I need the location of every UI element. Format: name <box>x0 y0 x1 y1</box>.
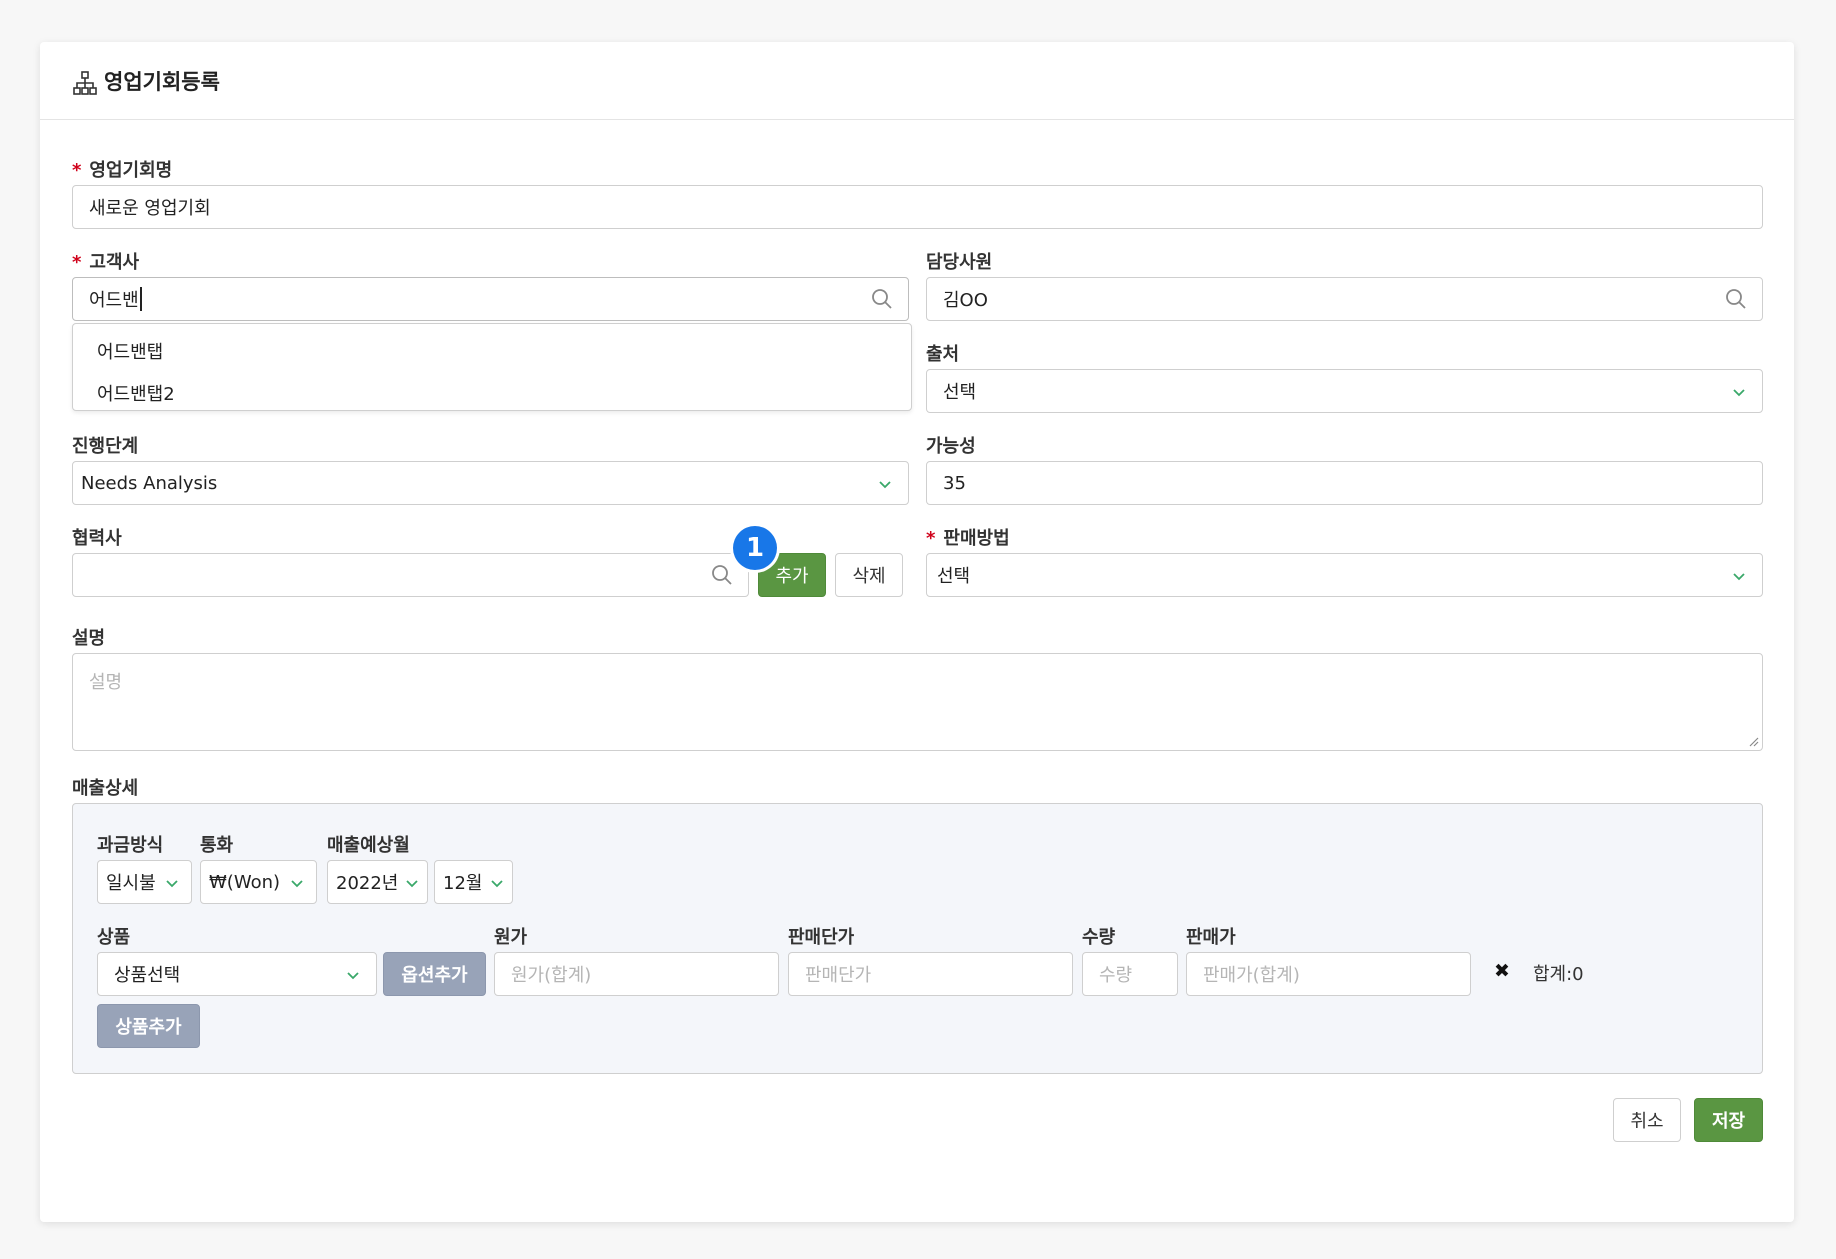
chevron-down-icon <box>879 481 891 489</box>
add-product-button[interactable]: 상품추가 <box>97 1004 200 1048</box>
customer-search-input[interactable]: 어드밴 <box>72 277 909 321</box>
quantity-label: 수량 <box>1082 927 1116 948</box>
text-cursor <box>139 287 142 311</box>
product-label: 상품 <box>97 927 131 948</box>
description-label: 설명 <box>72 628 106 649</box>
source-value: 선택 <box>943 382 977 403</box>
sales-method-value: 선택 <box>937 566 971 587</box>
sale-price-placeholder: 판매가(합계) <box>1203 965 1300 986</box>
source-select[interactable]: 선택 <box>926 369 1763 413</box>
customer-suggestion-list: 어드밴탭 어드밴탭2 <box>72 323 912 411</box>
sales-detail-panel <box>72 803 1763 1074</box>
stage-value: Needs Analysis <box>81 472 218 494</box>
sales-detail-label: 매출상세 <box>72 778 139 799</box>
probability-label: 가능성 <box>926 436 976 457</box>
chevron-down-icon <box>166 880 178 888</box>
chevron-down-icon <box>347 972 359 980</box>
month-value: 12월 <box>443 873 483 894</box>
required-mark: * <box>72 252 82 273</box>
cost-input[interactable]: 원가(합계) <box>494 952 779 996</box>
unit-price-label: 판매단가 <box>788 927 855 948</box>
currency-label: 통화 <box>200 835 234 856</box>
row-total: 합계:0 <box>1533 964 1584 985</box>
year-value: 2022년 <box>336 873 399 894</box>
resize-handle-icon[interactable] <box>1747 735 1759 747</box>
product-value: 상품선택 <box>114 965 181 986</box>
cancel-button[interactable]: 취소 <box>1613 1098 1681 1142</box>
partner-search-input[interactable] <box>72 553 749 597</box>
step-badge: 1 <box>733 526 777 570</box>
unit-price-input[interactable]: 판매단가 <box>788 952 1073 996</box>
quantity-input[interactable]: 수량 <box>1082 952 1178 996</box>
unit-price-placeholder: 판매단가 <box>805 965 872 986</box>
partner-delete-button[interactable]: 삭제 <box>835 553 903 597</box>
opportunity-name-label: * 영업기회명 <box>72 156 172 182</box>
customer-label-text: 고객사 <box>89 252 140 273</box>
search-icon[interactable] <box>870 287 894 311</box>
org-chart-icon <box>73 71 97 95</box>
quantity-placeholder: 수량 <box>1099 965 1133 986</box>
option-add-button[interactable]: 옵션추가 <box>383 952 486 996</box>
stage-select[interactable]: Needs Analysis <box>72 461 909 505</box>
customer-label: * 고객사 <box>72 248 139 274</box>
search-icon[interactable] <box>1724 287 1748 311</box>
sale-price-input[interactable]: 판매가(합계) <box>1186 952 1471 996</box>
cost-label: 원가 <box>494 927 528 948</box>
partner-label: 협력사 <box>72 528 122 549</box>
probability-input[interactable]: 35 <box>926 461 1763 505</box>
product-select[interactable]: 상품선택 <box>97 952 377 996</box>
required-mark: * <box>926 528 936 549</box>
billing-select[interactable]: 일시불 <box>97 860 192 904</box>
year-select[interactable]: 2022년 <box>327 860 428 904</box>
description-textarea[interactable]: 설명 <box>72 653 1763 751</box>
opportunity-name-value: 새로운 영업기회 <box>89 198 211 219</box>
chevron-down-icon <box>406 880 418 888</box>
manager-value: 김OO <box>943 290 988 311</box>
sales-method-label-text: 판매방법 <box>943 528 1010 549</box>
source-label: 출처 <box>926 344 960 365</box>
billing-value: 일시불 <box>106 873 156 894</box>
customer-value: 어드밴 <box>89 290 139 311</box>
cost-placeholder: 원가(합계) <box>511 965 592 986</box>
probability-value: 35 <box>943 472 966 494</box>
opportunity-name-input[interactable]: 새로운 영업기회 <box>72 185 1763 229</box>
month-select[interactable]: 12월 <box>434 860 513 904</box>
currency-select[interactable]: ₩(Won) <box>200 860 317 904</box>
chevron-down-icon <box>291 880 303 888</box>
card-header <box>40 42 1794 120</box>
stage-label: 진행단계 <box>72 436 139 457</box>
remove-row-icon[interactable]: ✖ <box>1494 960 1510 982</box>
page-title: 영업기회등록 <box>104 70 220 94</box>
description-placeholder: 설명 <box>89 672 123 693</box>
save-button[interactable]: 저장 <box>1694 1098 1763 1142</box>
manager-search-input[interactable]: 김OO <box>926 277 1763 321</box>
required-mark: * <box>72 160 82 181</box>
suggestion-item[interactable]: 어드밴탭2 <box>97 380 175 406</box>
opportunity-name-label-text: 영업기회명 <box>89 160 173 181</box>
search-icon[interactable] <box>710 563 734 587</box>
suggestion-item[interactable]: 어드밴탭 <box>97 338 163 364</box>
sales-method-select[interactable]: 선택 <box>926 553 1763 597</box>
sale-price-label: 판매가 <box>1186 927 1236 948</box>
chevron-down-icon <box>491 880 503 888</box>
currency-value: ₩(Won) <box>209 871 281 893</box>
billing-label: 과금방식 <box>97 835 164 856</box>
expected-month-label: 매출예상월 <box>327 835 410 856</box>
chevron-down-icon <box>1733 389 1745 397</box>
chevron-down-icon <box>1733 573 1745 581</box>
manager-label: 담당사원 <box>926 252 993 273</box>
sales-method-label: * 판매방법 <box>926 524 1010 550</box>
